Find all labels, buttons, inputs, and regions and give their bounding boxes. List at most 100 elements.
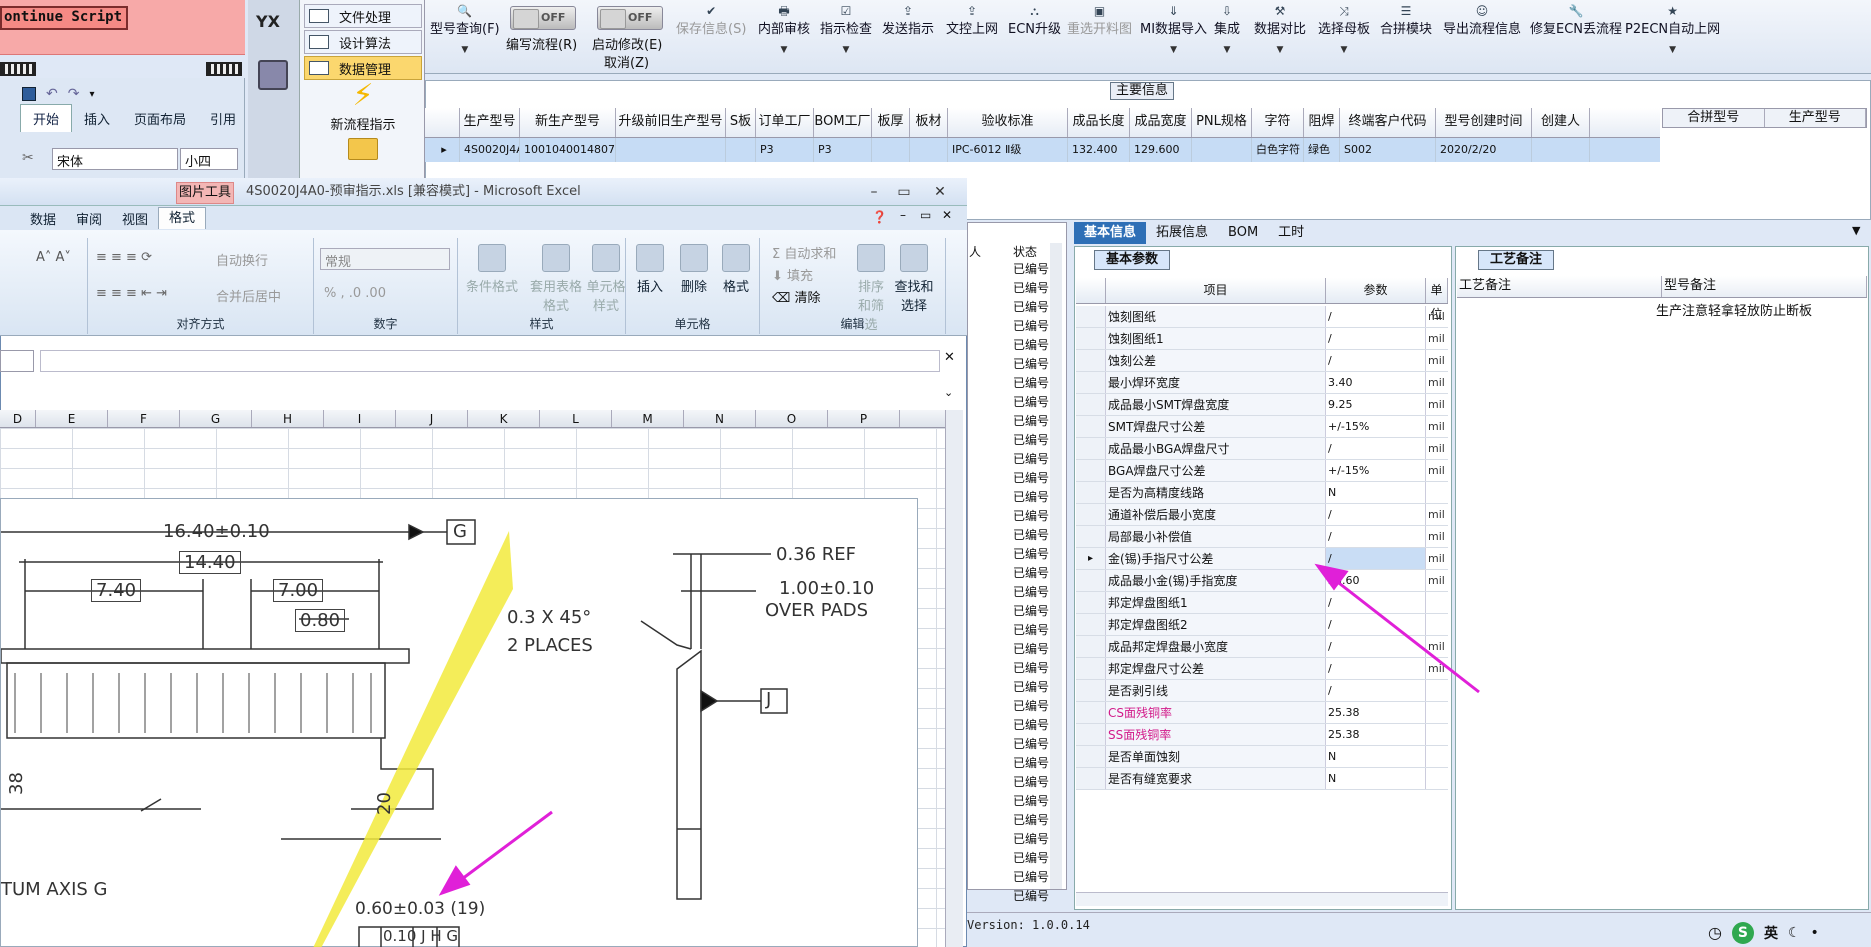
table-cell[interactable] [726,138,756,162]
status-cell[interactable]: 已编号 [1013,754,1051,773]
status-cell[interactable]: 已编号 [1013,678,1051,697]
col-header[interactable]: BOM工厂 [814,108,872,137]
param-value[interactable]: 25.38 [1326,724,1426,745]
status-cell[interactable]: 已编号 [1013,507,1051,526]
param-value[interactable]: / [1326,306,1426,327]
param-value[interactable]: / [1326,614,1426,635]
scissors-icon[interactable]: ✂ [22,150,34,166]
chevron-down-icon[interactable]: ▾ [89,89,94,100]
status-cell[interactable]: 已编号 [1013,412,1051,431]
vertical-scrollbar[interactable] [1050,243,1062,889]
param-value[interactable]: +/-15% [1326,460,1426,481]
merge-center-button[interactable]: 合并后居中 [216,286,281,305]
insert-cells-button[interactable]: 插入 [636,244,664,295]
status-cell[interactable]: 已编号 [1013,260,1051,279]
table-cell[interactable]: 4S0020J4A0 [460,138,520,162]
col-letter[interactable]: I [324,410,396,427]
find-select-button[interactable]: 查找和选择 [894,244,934,314]
conditional-format-button[interactable]: 条件格式 [466,244,518,295]
yx-logo-icon[interactable]: YX [256,12,290,48]
status-cell[interactable]: 已编号 [1013,336,1051,355]
calculator-icon[interactable] [258,60,288,90]
new-flow-button[interactable]: ⚡ 新流程指示 [308,78,418,133]
save-icon[interactable] [22,87,36,101]
close-icon[interactable]: ✕ [942,208,952,222]
col-header[interactable]: 状态 [1013,243,1053,259]
col-header[interactable]: 单位 [1426,278,1448,321]
font-size-up-icon[interactable]: A˄ A˅ [36,250,71,265]
table-cell[interactable]: P3 [756,138,814,162]
tab-labor-hours[interactable]: 工时 [1268,222,1314,244]
col-header[interactable]: 成品宽度 [1130,108,1192,137]
percent-icon[interactable]: % , .0 .00 [324,286,386,301]
table-row[interactable]: 蚀刻图纸1/mil [1076,328,1448,350]
param-value[interactable]: 9.25 [1326,394,1426,415]
p2ecn-online-button[interactable]: ★ P2ECN自动上网 ▼ [1625,4,1720,55]
table-cell[interactable]: 白色字符 [1252,138,1304,162]
param-value[interactable]: / [1326,548,1426,569]
open-folder-icon[interactable] [348,138,378,160]
col-letter[interactable]: D [0,410,36,427]
table-row[interactable]: SMT焊盘尺寸公差 +/-15% mil [1076,416,1448,438]
table-row[interactable]: 成品最小SMT焊盘宽度 9.25 mil [1076,394,1448,416]
fill-button[interactable]: ⬇ 填充 [772,266,813,288]
minimize-icon[interactable]: – [862,182,886,202]
col-header[interactable]: 项目 [1106,278,1326,303]
col-header[interactable]: S板 [726,108,756,137]
nav-design-algorithm[interactable]: 设计算法 [304,30,422,54]
clock-icon[interactable]: ◷ [1708,923,1722,942]
vertical-scrollbar[interactable] [945,410,963,947]
table-row[interactable]: ▸ 4S0020J4A0 10010400148077 P3 P3 IPC-60… [425,138,1660,162]
col-header[interactable]: 创建人 [1532,108,1590,137]
table-cell[interactable]: 129.600 [1130,138,1192,162]
table-row[interactable]: 成品最小金(锡)手指宽度 23.60 mil [1076,570,1448,592]
col-header[interactable]: 字符 [1252,108,1304,137]
col-header[interactable]: PNL规格 [1192,108,1252,137]
status-cell[interactable]: 已编号 [1013,374,1051,393]
status-cell[interactable]: 已编号 [1013,469,1051,488]
technical-drawing[interactable]: 16.40±0.10 14.40 7.40 7.00 0.80 G 0.36 R… [0,498,918,947]
col-header[interactable]: 型号创建时间 [1436,108,1532,137]
status-cell[interactable]: 已编号 [1013,564,1051,583]
save-info-button[interactable]: ✔ 保存信息(S) [676,4,746,37]
close-icon[interactable]: ✕ [928,182,952,202]
col-header[interactable]: 合拼型号 [1663,109,1765,127]
cancel-modify-label[interactable]: 取消(Z) [604,52,649,71]
status-cell[interactable]: 已编号 [1013,488,1051,507]
col-header[interactable]: 板厚 [872,108,910,137]
restore-icon[interactable]: ▭ [920,208,931,222]
status-cell[interactable]: 已编号 [1013,697,1051,716]
sogou-ime-icon[interactable]: S [1731,921,1754,944]
status-cell[interactable]: 已编号 [1013,773,1051,792]
status-cell[interactable]: 已编号 [1013,450,1051,469]
formula-bar[interactable] [40,350,940,372]
cell-style-button[interactable]: 单元格样式 [586,244,626,314]
table-cell[interactable]: S002 [1340,138,1436,162]
status-cell[interactable]: 已编号 [1013,887,1051,906]
status-cell[interactable]: 已编号 [1013,279,1051,298]
status-cell[interactable]: 已编号 [1013,716,1051,735]
status-cell[interactable]: 已编号 [1013,621,1051,640]
align-left-icon[interactable]: ≡ ≡ ≡ ⇤ ⇥ [96,286,167,301]
tab-view[interactable]: 视图 [112,209,158,228]
col-header[interactable]: 订单工厂 [756,108,814,137]
col-header[interactable]: 板材 [910,108,948,137]
param-value[interactable]: 3.40 [1326,372,1426,393]
col-header[interactable]: 生产型号 [1765,109,1866,127]
table-row[interactable]: 邦定焊盘图纸2/ [1076,614,1448,636]
col-letter[interactable]: F [108,410,180,427]
write-flow-toggle[interactable]: OFF [510,6,576,30]
data-compare-button[interactable]: ⚒ 数据对比 ▼ [1254,4,1306,55]
status-cell[interactable]: 已编号 [1013,355,1051,374]
status-cell[interactable]: 已编号 [1013,868,1051,887]
table-row[interactable]: 成品邦定焊盘最小宽度 / mil [1076,636,1448,658]
send-instruction-button[interactable]: ⇪ 发送指示 [882,4,934,37]
ecn-upgrade-button[interactable]: ⛬ ECN升级 [1008,4,1061,37]
dot-icon[interactable]: • [1811,925,1819,941]
table-cell[interactable] [1192,138,1252,162]
status-cell[interactable]: 已编号 [1013,735,1051,754]
table-row[interactable]: 局部最小补偿值 / mil [1076,526,1448,548]
picture-tools-tab[interactable]: 图片工具 [176,182,234,204]
tab-basic-info[interactable]: 基本信息 [1074,222,1147,244]
col-letter[interactable]: L [540,410,612,427]
